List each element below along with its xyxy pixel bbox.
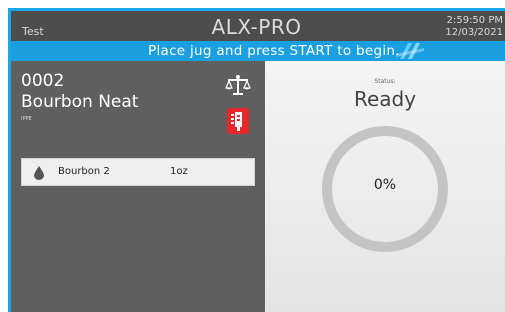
title-bar: Test ALX-PRO 2:59:50 PM 12/03/2021 <box>8 11 505 41</box>
accent-border-left <box>8 8 11 312</box>
clock: 2:59:50 PM 12/03/2021 <box>445 15 503 39</box>
scale-icon[interactable] <box>225 74 251 96</box>
drink-sub-label: IPPE <box>21 116 32 122</box>
accent-border-top <box>8 8 505 11</box>
progress-percent: 0% <box>373 177 397 193</box>
status-panel: Status: Ready 0% <box>265 61 505 312</box>
banner-message: Place jug and press START to begin. <box>148 43 400 59</box>
ingredient-row[interactable]: Bourbon 2 1oz <box>21 158 255 186</box>
drink-name: Bourbon Neat <box>21 92 139 112</box>
clock-date: 12/03/2021 <box>445 27 503 38</box>
ingredient-name: Bourbon 2 <box>58 166 110 177</box>
instruction-banner: Place jug and press START to begin. <box>8 41 505 61</box>
clock-time: 2:59:50 PM <box>446 15 503 26</box>
drink-panel: 0002 Bourbon Neat IPPE Bourbon 2 1oz <box>11 61 265 312</box>
app-frame: Test ALX-PRO 2:59:50 PM 12/03/2021 Place… <box>0 0 505 312</box>
app-screen: Test ALX-PRO 2:59:50 PM 12/03/2021 Place… <box>8 8 505 312</box>
status-value: Ready <box>353 87 417 111</box>
ingredient-amount: 1oz <box>170 166 188 177</box>
brand-logo-icon <box>396 43 424 59</box>
status-label: Status: <box>374 78 396 85</box>
pour-gun-icon[interactable] <box>227 108 249 134</box>
drink-code: 0002 <box>21 71 65 91</box>
drop-icon <box>34 166 44 180</box>
app-title: ALX-PRO <box>211 15 302 39</box>
